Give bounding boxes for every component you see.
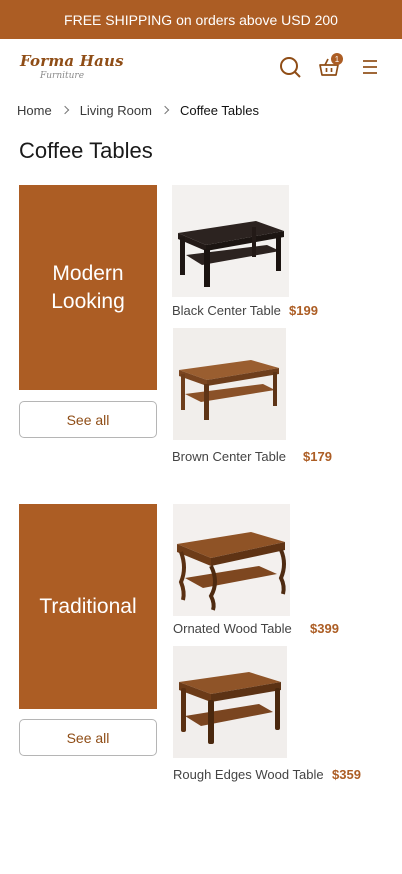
category-banner-traditional[interactable]: Traditional <box>19 504 157 709</box>
product-name[interactable]: Brown Center Table <box>172 449 286 464</box>
product-price: $399 <box>310 621 339 636</box>
product-name[interactable]: Black Center Table <box>172 303 281 318</box>
site-header: Forma Haus Furniture 1 <box>0 39 402 95</box>
product-image-ornated-wood-table[interactable] <box>173 504 290 616</box>
product-name[interactable]: Rough Edges Wood Table <box>173 767 324 782</box>
product-image-brown-center-table[interactable] <box>173 328 286 440</box>
product-image-rough-edges-wood-table[interactable] <box>173 646 287 758</box>
chevron-right-icon <box>60 105 69 115</box>
brand-tagline: Furniture <box>40 71 85 81</box>
cart-count-badge: 1 <box>331 53 343 65</box>
cart-button[interactable]: 1 <box>317 53 343 79</box>
breadcrumb: Home Living Room Coffee Tables <box>17 101 259 119</box>
promo-banner: FREE SHIPPING on orders above USD 200 <box>0 0 402 39</box>
ornated-table-image <box>173 504 290 616</box>
breadcrumb-current: Coffee Tables <box>179 102 259 118</box>
breadcrumb-home[interactable]: Home <box>17 103 52 118</box>
rough-edges-table-image <box>173 646 287 758</box>
search-button[interactable] <box>278 55 302 79</box>
product-name[interactable]: Ornated Wood Table <box>173 621 292 636</box>
product-price: $179 <box>303 449 332 464</box>
see-all-traditional-button[interactable]: See all <box>19 719 157 756</box>
brown-table-image <box>173 328 286 440</box>
product-price: $359 <box>332 767 361 782</box>
category-banner-modern[interactable]: Modern Looking <box>19 185 157 390</box>
promo-text: FREE SHIPPING on orders above USD 200 <box>64 11 338 28</box>
chevron-right-icon <box>160 105 170 115</box>
page-title: Coffee Tables <box>19 138 153 163</box>
search-icon <box>280 57 301 78</box>
product-price: $199 <box>289 303 318 318</box>
menu-button[interactable] <box>358 55 382 79</box>
product-image-black-center-table[interactable] <box>172 185 289 297</box>
breadcrumb-living-room[interactable]: Living Room <box>80 103 152 118</box>
brand-logo[interactable]: Forma Haus <box>20 52 124 70</box>
see-all-modern-button[interactable]: See all <box>19 401 157 438</box>
hamburger-menu-icon <box>363 60 377 74</box>
black-table-image <box>172 185 289 297</box>
